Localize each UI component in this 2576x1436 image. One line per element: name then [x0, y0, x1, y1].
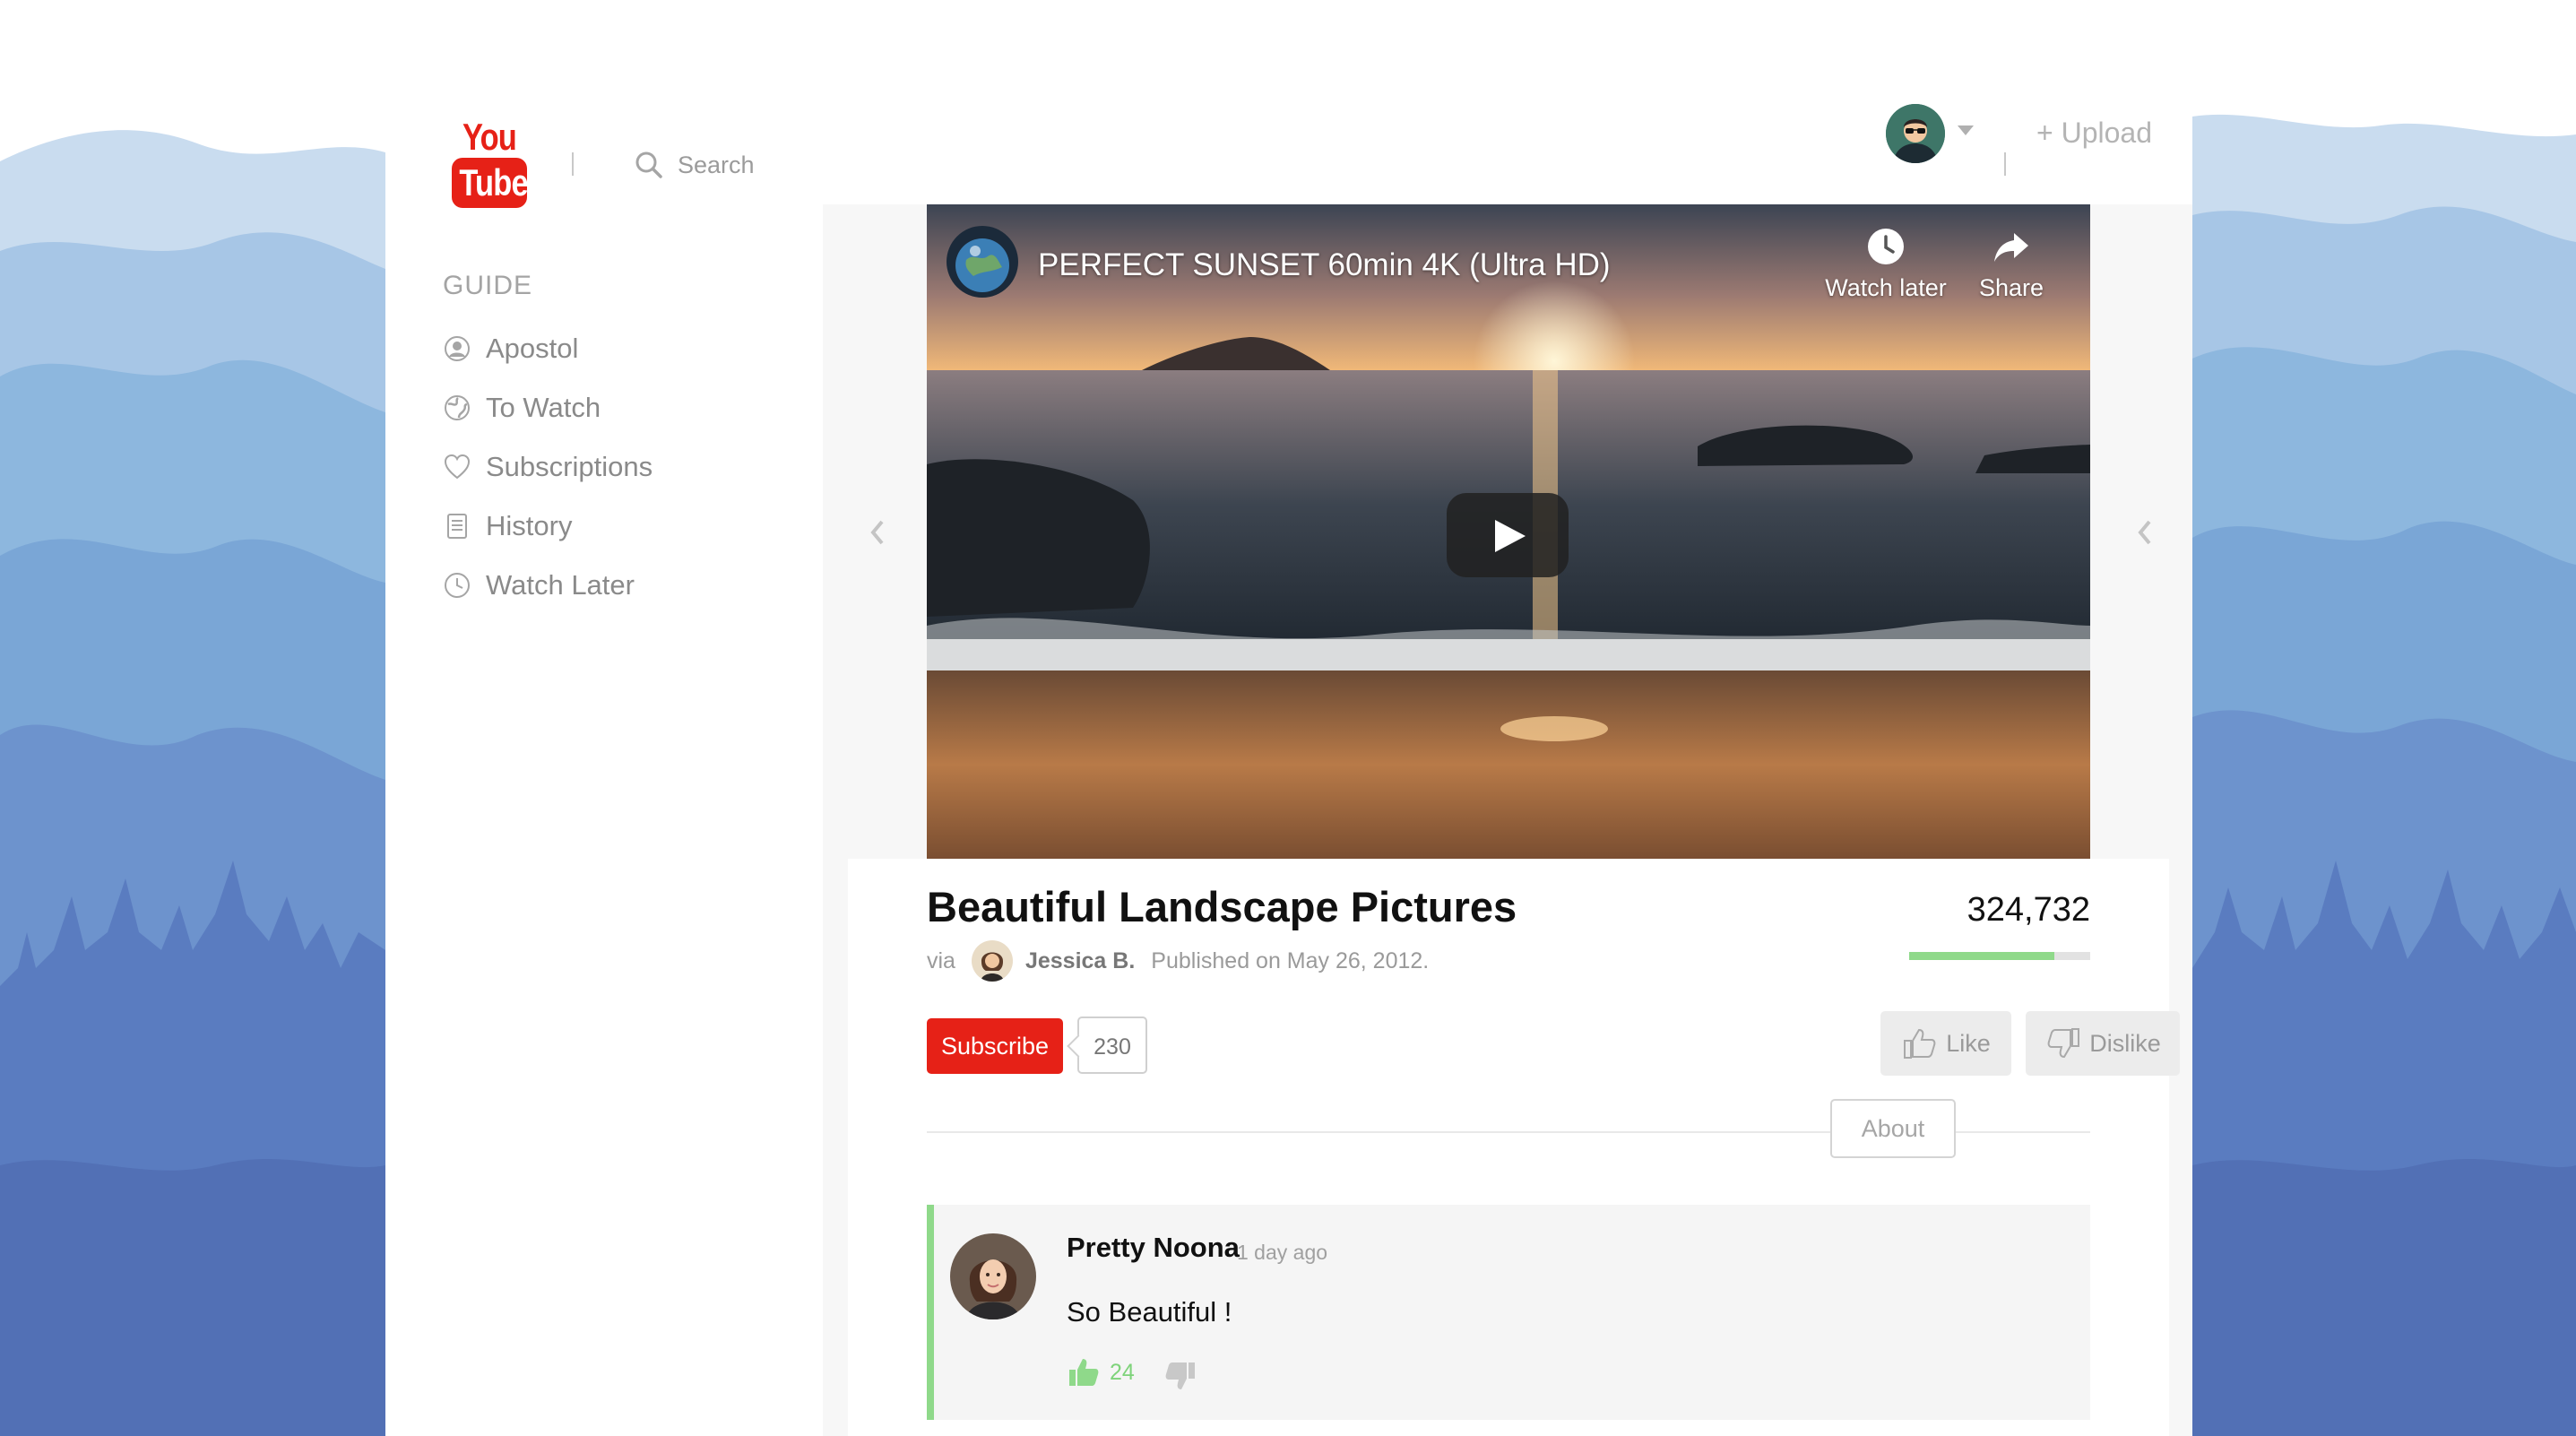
comment-like-button[interactable]: 24: [1067, 1355, 1135, 1389]
thumbs-up-icon: [1904, 1028, 1936, 1059]
chevron-down-icon[interactable]: [1958, 125, 1974, 135]
heart-icon: [444, 454, 471, 480]
channel-avatar[interactable]: [947, 226, 1018, 298]
document-icon: [447, 514, 467, 539]
comment-time: 1 day ago: [1237, 1241, 1328, 1264]
logo-text-top: You: [462, 116, 517, 158]
sidebar-item-label: To Watch: [486, 392, 601, 423]
comment-item: Pretty Noona 1 day ago So Beautiful ! 24: [927, 1205, 2090, 1420]
sidebar-item-history[interactable]: History: [443, 497, 765, 556]
sidebar-item-label: Watch Later: [486, 569, 635, 601]
thumbs-down-icon[interactable]: [1163, 1359, 1197, 1393]
player-title[interactable]: PERFECT SUNSET 60min 4K (Ultra HD): [1038, 247, 1611, 283]
commenter-avatar[interactable]: [950, 1233, 1036, 1319]
publish-date: Published on May 26, 2012.: [1151, 947, 1430, 973]
upload-button[interactable]: + Upload: [2036, 117, 2152, 150]
sidebar-item-subscriptions[interactable]: Subscriptions: [443, 437, 765, 497]
chevron-right-icon[interactable]: [2131, 515, 2158, 550]
like-ratio-fill: [1909, 952, 2054, 960]
watch-later-button[interactable]: Watch later: [1819, 226, 1953, 302]
video-player[interactable]: PERFECT SUNSET 60min 4K (Ultra HD) Watch…: [927, 204, 2090, 859]
header-separator: [572, 152, 574, 176]
app-panel: You Tube Search + Upload GUIDE Apostol T…: [385, 0, 2192, 1436]
video-title: Beautiful Landscape Pictures: [927, 883, 1517, 930]
guide-heading: GUIDE: [443, 271, 533, 300]
like-button[interactable]: Like: [1880, 1011, 2011, 1076]
like-ratio-bar: [1909, 952, 2090, 960]
author-avatar[interactable]: [971, 940, 1013, 982]
background-mountains-left: [0, 0, 385, 1436]
subscriber-count: 230: [1077, 1016, 1147, 1074]
thumbs-up-icon: [1069, 1359, 1099, 1386]
dislike-button[interactable]: Dislike: [2026, 1011, 2180, 1076]
background-mountains-right: [2192, 0, 2576, 1436]
user-icon: [445, 336, 470, 361]
sidebar-item-label: History: [486, 510, 573, 541]
dislike-label: Dislike: [2089, 1029, 2161, 1057]
sidebar-item-watch-later[interactable]: Watch Later: [443, 556, 765, 615]
sidebar-item-to-watch[interactable]: To Watch: [443, 378, 765, 437]
about-button[interactable]: About: [1830, 1099, 1956, 1158]
header-separator-right: [2004, 152, 2006, 176]
guide-nav: Apostol To Watch Subscriptions History W…: [443, 319, 765, 615]
sidebar-item-label: Apostol: [486, 333, 579, 364]
youtube-logo[interactable]: You Tube: [450, 115, 529, 208]
sidebar-item-label: Subscriptions: [486, 451, 653, 482]
search-icon: [635, 151, 662, 178]
share-icon: [1994, 233, 2028, 262]
watch-later-label: Watch later: [1825, 274, 1947, 301]
share-label: Share: [1978, 274, 2044, 301]
like-label: Like: [1946, 1029, 1991, 1057]
author-name[interactable]: Jessica B.: [1025, 948, 1135, 974]
comment-text: So Beautiful !: [1067, 1296, 1232, 1328]
logo-text-bottom: Tube: [452, 158, 529, 208]
commenter-name[interactable]: Pretty Noona: [1067, 1232, 1240, 1264]
clock-icon: [1868, 229, 1904, 264]
sidebar-item-apostol[interactable]: Apostol: [443, 319, 765, 378]
via-label: via: [927, 947, 955, 973]
clock-icon: [445, 573, 470, 598]
user-avatar-icon[interactable]: [1886, 104, 1945, 163]
search-box[interactable]: Search: [633, 143, 803, 186]
view-count: 324,732: [1967, 891, 2090, 929]
play-button[interactable]: [1447, 493, 1569, 577]
thumbs-down-icon: [2047, 1028, 2080, 1059]
search-input[interactable]: Search: [678, 151, 755, 179]
share-button[interactable]: Share: [1944, 226, 2079, 302]
globe-icon: [445, 395, 470, 420]
video-meta: via Jessica B. Published on May 26, 2012…: [927, 939, 1429, 982]
comment-like-count: 24: [1110, 1359, 1135, 1385]
chevron-left-icon[interactable]: [864, 515, 891, 550]
subscribe-button[interactable]: Subscribe: [927, 1018, 1063, 1074]
